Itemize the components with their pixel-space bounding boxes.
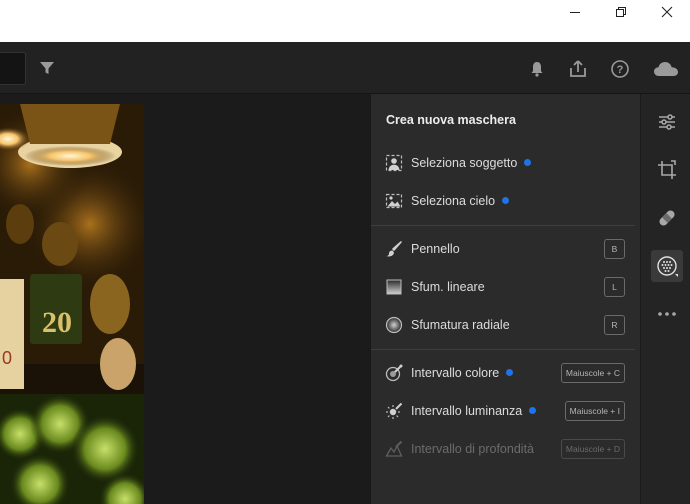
brush-shortcut: B [604, 239, 625, 259]
photo-preview: 20 0 [0, 104, 144, 504]
luminance-range-option[interactable]: Intervallo luminanza Maiuscole + I [371, 394, 639, 428]
select-subject-label: Seleziona soggetto [411, 156, 518, 170]
edit-sliders-icon [659, 114, 675, 130]
search-input[interactable] [0, 52, 26, 85]
select-subject-option[interactable]: Seleziona soggetto [371, 146, 639, 180]
minimize-icon [570, 12, 580, 13]
create-mask-panel: Crea nuova maschera Seleziona soggetto S… [370, 94, 640, 504]
minimize-button[interactable] [552, 0, 598, 24]
divider [371, 349, 635, 350]
share-button[interactable] [566, 57, 590, 81]
brush-icon [385, 240, 403, 258]
brush-option[interactable]: Pennello B [371, 232, 639, 266]
luminance-range-shortcut: Maiuscole + I [564, 401, 625, 421]
svg-text:20: 20 [42, 306, 72, 339]
linear-gradient-label: Sfum. lineare [411, 280, 485, 294]
bell-icon [531, 62, 543, 77]
radial-gradient-label: Sfumatura radiale [411, 318, 510, 332]
healing-tool-button[interactable] [651, 202, 683, 234]
new-feature-dot [502, 197, 510, 204]
radial-gradient-icon [385, 316, 403, 334]
masking-icon [657, 256, 678, 277]
panel-title: Crea nuova maschera [386, 113, 516, 127]
linear-gradient-icon [385, 278, 403, 296]
new-feature-dot [524, 159, 532, 166]
new-feature-dot [529, 407, 537, 414]
filter-icon [40, 62, 54, 74]
divider [371, 225, 635, 226]
radial-gradient-shortcut: R [604, 315, 625, 335]
masking-tool-button[interactable] [651, 250, 683, 282]
color-range-label: Intervallo colore [411, 366, 500, 380]
linear-gradient-option[interactable]: Sfum. lineare L [371, 270, 639, 304]
healing-icon [659, 210, 675, 226]
restore-button[interactable] [598, 0, 644, 24]
select-sky-option[interactable]: Seleziona cielo [371, 184, 639, 218]
select-sky-label: Seleziona cielo [411, 194, 496, 208]
share-icon [570, 60, 586, 77]
color-range-option[interactable]: Intervallo colore Maiuscole + C [371, 356, 639, 390]
photo-image: 20 0 [0, 104, 144, 504]
help-button[interactable]: ? [608, 57, 632, 81]
color-range-shortcut: Maiuscole + C [560, 363, 625, 383]
depth-range-shortcut: Maiuscole + D [560, 439, 625, 459]
help-icon: ? [611, 60, 629, 78]
new-feature-dot [506, 369, 514, 376]
luminance-range-label: Intervallo luminanza [411, 404, 523, 418]
svg-text:0: 0 [2, 348, 12, 368]
svg-text:?: ? [617, 64, 624, 76]
subject-icon [385, 154, 403, 172]
more-icon [658, 312, 676, 316]
cloud-status-button[interactable] [652, 57, 680, 81]
brush-label: Pennello [411, 242, 460, 256]
crop-tool-button[interactable] [651, 154, 683, 186]
color-range-icon [385, 364, 403, 382]
filter-button[interactable] [38, 59, 56, 82]
app-header: ? [0, 42, 690, 94]
crop-icon [658, 160, 676, 179]
image-canvas[interactable]: 20 0 [0, 94, 370, 504]
notifications-button[interactable] [525, 57, 549, 81]
sky-icon [385, 192, 403, 210]
cloud-icon [654, 62, 678, 76]
window-title-bar [0, 0, 690, 42]
depth-range-option: Intervallo di profondità Maiuscole + D [371, 432, 639, 466]
more-tools-button[interactable] [651, 298, 683, 330]
restore-icon [616, 7, 626, 17]
depth-range-label: Intervallo di profondità [411, 442, 534, 456]
close-button[interactable] [644, 0, 690, 24]
depth-range-icon [385, 440, 403, 458]
radial-gradient-option[interactable]: Sfumatura radiale R [371, 308, 639, 342]
luminance-range-icon [385, 402, 403, 420]
tool-strip [640, 94, 690, 504]
close-icon [661, 6, 673, 18]
edit-tool-button[interactable] [651, 106, 683, 138]
linear-gradient-shortcut: L [604, 277, 625, 297]
